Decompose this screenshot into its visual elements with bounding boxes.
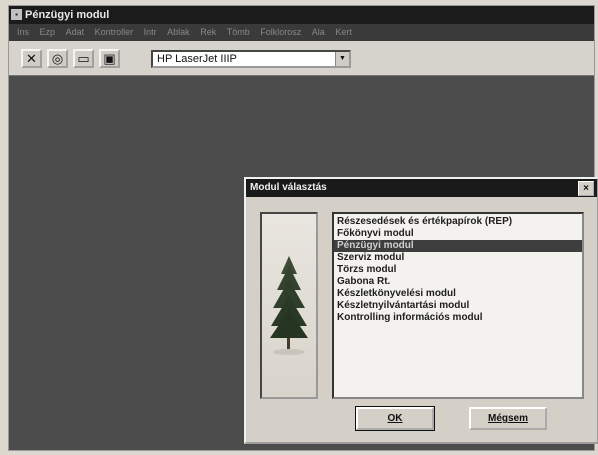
dialog-title-bar[interactable]: Modul választás × xyxy=(246,179,597,197)
menu-item[interactable]: Ins xyxy=(17,24,29,41)
menu-item[interactable]: Ala xyxy=(312,24,325,41)
list-item[interactable]: Készletnyilvántartási modul xyxy=(334,300,582,312)
module-select-dialog: Modul választás × Részesedések és értékp… xyxy=(244,177,598,444)
list-item[interactable]: Készletkönyvelési modul xyxy=(334,288,582,300)
system-menu-icon[interactable]: ▪ xyxy=(11,9,22,20)
cancel-button[interactable]: Mégsem xyxy=(469,407,547,430)
window-title: Pénzügyi modul xyxy=(25,9,110,21)
close-icon[interactable]: × xyxy=(578,181,594,196)
module-list[interactable]: Részesedések és értékpapírok (REP) Főkön… xyxy=(332,212,584,399)
chevron-down-icon[interactable]: ▼ xyxy=(335,52,349,66)
document-icon[interactable]: ▣ xyxy=(99,49,120,68)
pine-tree-icon xyxy=(262,214,316,397)
list-item[interactable]: Törzs modul xyxy=(334,264,582,276)
menu-item[interactable]: Adat xyxy=(66,24,85,41)
close-x-icon[interactable]: ✕ xyxy=(21,49,42,68)
cancel-button-label: Mégsem xyxy=(487,413,528,424)
app-window: ▪ Pénzügyi modul Ins Ezp Adat Kontroller… xyxy=(8,5,598,451)
list-item[interactable]: Kontrolling információs modul xyxy=(334,312,582,324)
menu-item[interactable]: Kert xyxy=(335,24,352,41)
dialog-title: Modul választás xyxy=(250,182,327,193)
menu-item[interactable]: Intr xyxy=(144,24,157,41)
title-bar[interactable]: ▪ Pénzügyi modul xyxy=(9,6,594,24)
list-item[interactable]: Főkönyvi modul xyxy=(334,228,582,240)
printer-select-value: HP LaserJet IIIP xyxy=(157,53,237,65)
tree-image-panel xyxy=(260,212,318,399)
circle-icon[interactable]: ◎ xyxy=(47,49,68,68)
print-icon[interactable]: ▭ xyxy=(73,49,94,68)
ok-button-label: OK xyxy=(387,413,403,424)
list-item[interactable]: Részesedések és értékpapírok (REP) xyxy=(334,216,582,228)
menu-item[interactable]: Folklorosz xyxy=(260,24,301,41)
ok-button[interactable]: OK xyxy=(355,406,435,431)
list-item-selected[interactable]: Pénzügyi modul xyxy=(334,240,582,252)
menu-item[interactable]: Ablak xyxy=(167,24,190,41)
list-item[interactable]: Gabona Rt. xyxy=(334,276,582,288)
menu-item[interactable]: Tömb xyxy=(227,24,250,41)
menu-bar: Ins Ezp Adat Kontroller Intr Ablak Rek T… xyxy=(9,24,594,41)
menu-item[interactable]: Rek xyxy=(200,24,216,41)
list-item[interactable]: Szerviz modul xyxy=(334,252,582,264)
printer-select[interactable]: HP LaserJet IIIP ▼ xyxy=(151,50,351,68)
menu-item[interactable]: Kontroller xyxy=(95,24,134,41)
toolbar: ✕ ◎ ▭ ▣ HP LaserJet IIIP ▼ xyxy=(9,41,594,76)
menu-item[interactable]: Ezp xyxy=(40,24,56,41)
